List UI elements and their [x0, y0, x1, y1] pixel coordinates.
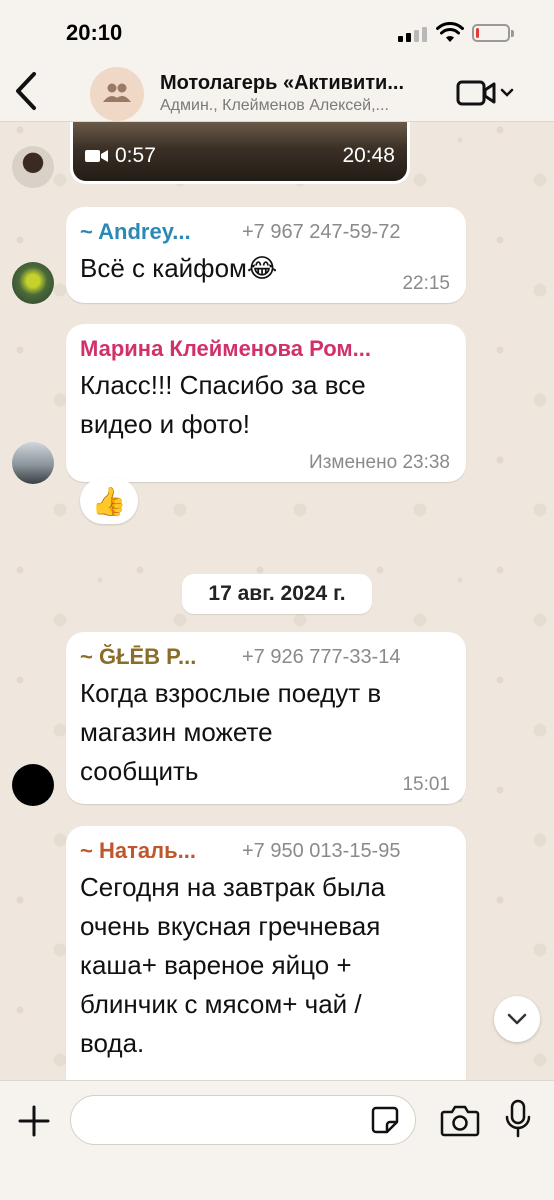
message-bubble[interactable]: ~ Наталь... +7 950 013-15-95 Сегодня на …	[66, 826, 466, 1096]
status-bar: 20:10	[0, 0, 554, 64]
video-message[interactable]: 0:57 20:48	[70, 122, 410, 184]
group-icon	[103, 83, 131, 102]
sender-phone: +7 967 247-59-72	[242, 221, 401, 243]
sticker-button[interactable]	[370, 1105, 400, 1135]
avatar[interactable]	[12, 262, 54, 304]
message-text-line: Сегодня на завтрак была	[80, 872, 386, 902]
message-text-line: Класс!!! Спасибо за все	[80, 370, 366, 400]
message-text-line: блинчик с мясом+ чай /	[80, 989, 362, 1019]
chat-title[interactable]: Мотолагерь «Активити...	[160, 72, 440, 95]
message-text-line: магазин можете	[80, 717, 273, 747]
camera-button[interactable]	[440, 1103, 480, 1137]
sender-name[interactable]: ~ Andrey...	[80, 219, 240, 245]
microphone-button[interactable]	[504, 1099, 532, 1139]
avatar[interactable]	[12, 146, 54, 188]
message-text: Всё с кайфом😂	[80, 253, 278, 283]
message-bubble[interactable]: ~ Andrey... +7 967 247-59-72 Всё с кайфо…	[66, 207, 466, 303]
input-bar	[0, 1080, 554, 1200]
message-time: 15:01	[402, 774, 450, 795]
battery-icon	[472, 24, 514, 42]
sender-phone: +7 926 777-33-14	[242, 646, 401, 668]
sender-name[interactable]: ~ ĞŁĒB P...	[80, 644, 230, 670]
back-button[interactable]	[10, 70, 42, 112]
message-text-line: Когда взрослые поедут в	[80, 678, 382, 708]
video-call-button[interactable]	[456, 78, 520, 108]
message-text-line: очень вкусная гречневая	[80, 911, 381, 941]
scroll-to-bottom-button[interactable]	[494, 996, 540, 1042]
message-bubble[interactable]: Марина Клейменова Ром... Класс!!! Спасиб…	[66, 324, 466, 482]
avatar[interactable]	[12, 764, 54, 806]
video-icon	[85, 150, 108, 162]
plus-button[interactable]	[14, 1101, 54, 1141]
message-text-line: каша+ вареное яйцо +	[80, 950, 352, 980]
message-text-line: вода.	[80, 1028, 145, 1058]
status-time: 20:10	[66, 20, 123, 45]
wifi-icon	[436, 22, 464, 42]
sender-name[interactable]: Марина Клейменова Ром...	[80, 336, 450, 362]
message-time: 22:15	[402, 273, 450, 294]
chat-participants[interactable]: Админ., Клейменов Алексей,...	[160, 97, 440, 115]
message-bubble[interactable]: ~ ĞŁĒB P... +7 926 777-33-14 Когда взрос…	[66, 632, 466, 804]
signal-icon	[398, 26, 428, 42]
video-duration: 0:57	[85, 144, 156, 168]
sender-name[interactable]: ~ Наталь...	[80, 838, 230, 864]
message-time: Изменено 23:38	[309, 452, 450, 473]
date-separator: 17 авг. 2024 г.	[182, 574, 372, 614]
chevron-down-icon	[507, 1013, 527, 1025]
group-avatar[interactable]	[90, 67, 144, 121]
sender-phone: +7 950 013-15-95	[242, 840, 401, 862]
chat-header: Мотолагерь «Активити... Админ., Клеймено…	[0, 64, 554, 122]
reaction-badge[interactable]: 👍	[80, 478, 138, 524]
message-text-line: видео и фото!	[80, 409, 250, 439]
avatar[interactable]	[12, 442, 54, 484]
message-input[interactable]	[70, 1095, 416, 1145]
message-text-line: сообщить	[80, 756, 199, 786]
message-time: 20:48	[342, 144, 395, 167]
